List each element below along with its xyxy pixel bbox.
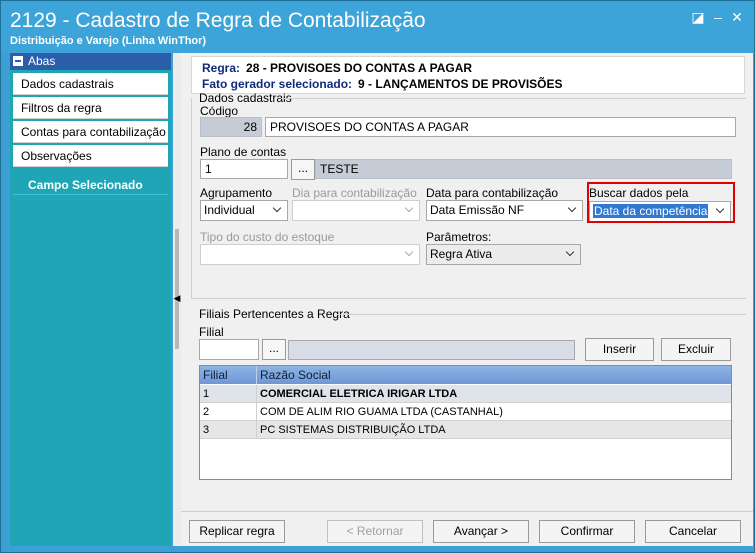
window-title: 2129 - Cadastro de Regra de Contabilizaç… xyxy=(10,9,426,32)
divider xyxy=(13,194,168,195)
cell-razao-social: COMERCIAL ELETRICA IRIGAR LTDA xyxy=(260,388,458,400)
cell-razao-social: COM DE ALIM RIO GUAMA LTDA (CASTANHAL) xyxy=(260,406,503,418)
minimize-icon[interactable]: – xyxy=(711,10,725,24)
highlight-annotation xyxy=(587,182,735,223)
filial-search-button[interactable]: ... xyxy=(262,339,286,360)
filiais-table: Filial Razão Social 1 COMERCIAL ELETRICA… xyxy=(199,365,732,480)
dia-contabilizacao-select xyxy=(292,200,420,221)
avancar-button[interactable]: Avançar > xyxy=(433,520,529,543)
panel-splitter[interactable]: ◀ xyxy=(173,53,181,546)
tipo-custo-label: Tipo do custo do estoque xyxy=(200,230,335,244)
agrupamento-value: Individual xyxy=(204,203,255,217)
excluir-button[interactable]: Excluir xyxy=(661,338,731,361)
inserir-button[interactable]: Inserir xyxy=(585,338,654,361)
table-header: Filial Razão Social xyxy=(200,366,731,384)
regra-label: Regra: xyxy=(202,61,241,75)
title-bar: 2129 - Cadastro de Regra de Contabilizaç… xyxy=(1,1,754,53)
regra-line: Regra: 28 - PROVISOES DO CONTAS A PAGAR xyxy=(202,61,472,75)
dados-cadastrais-title: Dados cadastrais xyxy=(199,91,292,105)
collapse-icon[interactable] xyxy=(13,56,23,66)
chevron-left-icon[interactable]: ◀ xyxy=(173,293,181,304)
close-icon[interactable]: ✕ xyxy=(730,10,744,24)
fato-line: Fato gerador selecionado: 9 - LANÇAMENTOS… xyxy=(202,77,563,91)
parametros-select[interactable]: Regra Ativa xyxy=(426,244,581,265)
filial-field[interactable] xyxy=(199,339,259,360)
plano-de-contas-label: Plano de contas xyxy=(200,145,287,159)
table-row[interactable]: 2 COM DE ALIM RIO GUAMA LTDA (CASTANHAL) xyxy=(200,403,731,421)
table-row[interactable]: 3 PC SISTEMAS DISTRIBUIÇÃO LTDA xyxy=(200,421,731,439)
data-contabilizacao-value: Data Emissão NF xyxy=(430,203,525,217)
cancelar-button[interactable]: Cancelar xyxy=(645,520,741,543)
regra-value: 28 - PROVISOES DO CONTAS A PAGAR xyxy=(246,61,473,75)
tab-dados-cadastrais[interactable]: Dados cadastrais xyxy=(13,73,168,95)
splitter-handle[interactable] xyxy=(175,229,179,349)
group-border xyxy=(191,298,746,299)
agrupamento-select[interactable]: Individual xyxy=(200,200,288,221)
footer-bar: Replicar regra < Retornar Avançar > Conf… xyxy=(181,511,753,546)
cell-razao-social: PC SISTEMAS DISTRIBUIÇÃO LTDA xyxy=(260,424,446,436)
data-contabilizacao-select[interactable]: Data Emissão NF xyxy=(426,200,583,221)
cell-filial: 3 xyxy=(200,421,257,439)
plano-search-button[interactable]: ... xyxy=(291,159,315,180)
fato-value: 9 - LANÇAMENTOS DE PROVISÕES xyxy=(358,77,563,91)
chevron-down-icon xyxy=(568,205,578,215)
parametros-label: Parâmetros: xyxy=(426,230,492,244)
fato-label: Fato gerador selecionado: xyxy=(202,77,353,91)
chevron-down-icon xyxy=(273,205,283,215)
chevron-down-icon xyxy=(566,249,576,259)
codigo-field: 28 xyxy=(200,117,262,137)
abas-header[interactable]: Abas xyxy=(10,53,171,70)
abas-label: Abas xyxy=(28,54,56,68)
tab-contas-para-contabilizacao[interactable]: Contas para contabilização xyxy=(13,121,168,143)
window-subtitle: Distribuição e Varejo (Linha WinThor) xyxy=(10,35,207,47)
table-row[interactable]: 1 COMERCIAL ELETRICA IRIGAR LTDA xyxy=(200,385,731,403)
plano-de-contas-field[interactable]: 1 xyxy=(200,159,288,179)
parametros-value: Regra Ativa xyxy=(430,247,493,261)
app-window: 2129 - Cadastro de Regra de Contabilizaç… xyxy=(0,0,755,553)
retornar-button: < Retornar xyxy=(327,520,423,543)
rule-info-box: Regra: 28 - PROVISOES DO CONTAS A PAGAR F… xyxy=(191,56,745,94)
tab-observacoes[interactable]: Observações xyxy=(13,145,168,167)
agrupamento-label: Agrupamento xyxy=(200,186,273,200)
data-contabilizacao-label: Data para contabilização xyxy=(426,186,559,200)
chevron-down-icon xyxy=(405,249,415,259)
descricao-field[interactable]: PROVISOES DO CONTAS A PAGAR xyxy=(265,117,736,137)
dia-contabilizacao-label: Dia para contabilização xyxy=(292,186,417,200)
column-header-razao-social[interactable]: Razão Social xyxy=(257,366,731,384)
tabs-panel: Abas Dados cadastrais Filtros da regra C… xyxy=(10,53,171,546)
restore-icon[interactable]: ◪ xyxy=(691,10,705,24)
confirmar-button[interactable]: Confirmar xyxy=(539,520,635,543)
main-panel: Regra: 28 - PROVISOES DO CONTAS A PAGAR F… xyxy=(181,53,753,546)
cell-filial: 2 xyxy=(200,403,257,421)
group-border xyxy=(191,98,192,298)
group-border xyxy=(281,98,746,99)
tab-filtros-da-regra[interactable]: Filtros da regra xyxy=(13,97,168,119)
filiais-title: Filiais Pertencentes a Regra xyxy=(199,307,350,321)
codigo-label: Código xyxy=(200,104,239,118)
chevron-down-icon xyxy=(405,205,415,215)
column-header-filial[interactable]: Filial xyxy=(200,366,257,384)
replicar-regra-button[interactable]: Replicar regra xyxy=(189,520,285,543)
filial-label: Filial xyxy=(199,325,224,339)
tipo-custo-select xyxy=(200,244,420,265)
group-border xyxy=(337,314,746,315)
cell-filial: 1 xyxy=(200,385,257,403)
campo-selecionado-label: Campo Selecionado xyxy=(28,178,143,192)
filial-descricao-field xyxy=(288,340,575,360)
plano-descricao-field: TESTE xyxy=(315,159,732,179)
